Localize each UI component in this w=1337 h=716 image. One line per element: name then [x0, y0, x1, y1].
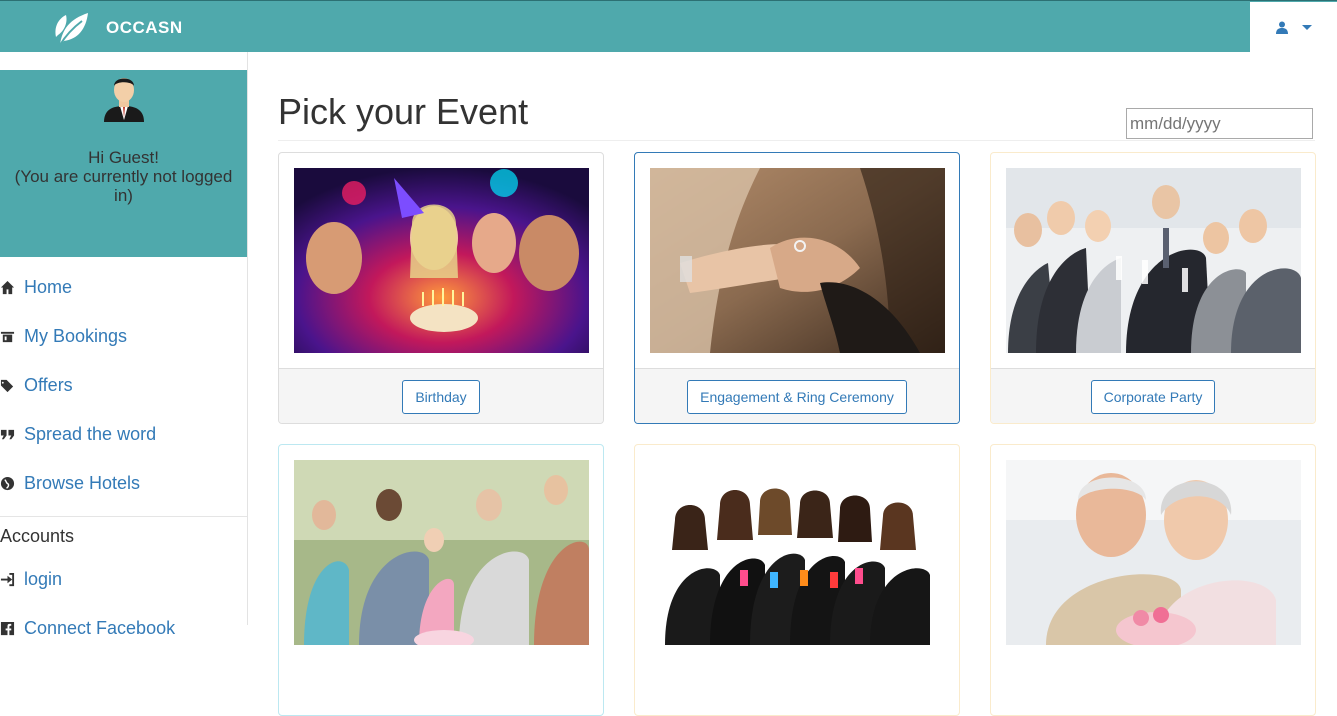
sidebar-item-login[interactable]: login	[0, 555, 247, 604]
event-image-birthday	[294, 168, 589, 353]
main-content: Pick your Event mm/dd/yyyy Birthday Enga…	[278, 52, 1316, 716]
event-image-anniversary	[1006, 460, 1301, 645]
event-card-engagement[interactable]: Engagement & Ring Ceremony	[634, 152, 960, 424]
sidebar-item-offers[interactable]: Offers	[0, 361, 247, 410]
sidebar-item-home[interactable]: Home	[0, 263, 247, 312]
event-card-corporate-party[interactable]: Corporate Party	[990, 152, 1316, 424]
leaf-logo-icon	[55, 13, 88, 46]
sidebar-item-label: Browse Hotels	[24, 473, 141, 493]
home-icon	[0, 280, 15, 295]
greeting-line-2: (You are currently not logged in)	[14, 167, 233, 205]
sidebar-item-label: Spread the word	[24, 424, 157, 444]
brand[interactable]: OCCASN	[52, 7, 183, 49]
corporate-party-button[interactable]: Corporate Party	[1090, 379, 1216, 414]
top-navbar: OCCASN	[0, 0, 1337, 53]
sidebar-item-label: login	[24, 569, 63, 589]
profile-panel: Hi Guest! (You are currently not logged …	[0, 70, 247, 257]
greeting-line-1: Hi Guest!	[88, 148, 159, 167]
event-date-input[interactable]	[1126, 108, 1313, 139]
sidebar-item-label: Connect Facebook	[24, 618, 176, 638]
event-image-bachelorette-party	[650, 460, 945, 645]
tags-icon	[0, 379, 14, 393]
card-footer: Corporate Party	[991, 368, 1315, 423]
engagement-button[interactable]: Engagement & Ring Ceremony	[687, 379, 907, 414]
event-card-birthday[interactable]: Birthday	[278, 152, 604, 424]
sign-in-icon	[0, 572, 15, 587]
bookings-icon	[0, 331, 15, 343]
divider	[278, 140, 1315, 141]
sidebar-item-label: Home	[24, 277, 73, 297]
sidebar-item-connect-facebook[interactable]: Connect Facebook	[0, 604, 247, 653]
event-card-family[interactable]	[278, 444, 604, 716]
sidebar-item-my-bookings[interactable]: My Bookings	[0, 312, 247, 361]
quote-icon	[0, 429, 15, 440]
sidebar-item-spread-the-word[interactable]: Spread the word	[0, 410, 247, 459]
greeting: Hi Guest! (You are currently not logged …	[0, 148, 247, 205]
birthday-button[interactable]: Birthday	[402, 379, 480, 414]
sidebar-item-label: My Bookings	[24, 326, 128, 346]
event-image-engagement	[650, 168, 945, 353]
chevron-down-icon	[1301, 25, 1312, 30]
event-image-family-gathering	[294, 460, 589, 645]
brand-name: OCCASN	[106, 18, 183, 37]
card-footer: Birthday	[279, 368, 603, 423]
card-footer: Engagement & Ring Ceremony	[635, 368, 959, 423]
user-icon	[1275, 21, 1288, 34]
facebook-icon	[0, 621, 15, 636]
globe-icon	[0, 476, 15, 491]
event-card-anniversary[interactable]	[990, 444, 1316, 716]
page-title: Pick your Event	[278, 91, 529, 132]
avatar	[103, 78, 144, 122]
user-menu-button[interactable]	[1250, 2, 1337, 53]
accounts-header: Accounts	[0, 525, 75, 546]
sidebar-item-browse-hotels[interactable]: Browse Hotels	[0, 459, 247, 508]
sidebar: Hi Guest! (You are currently not logged …	[0, 52, 248, 638]
event-card-bachelorette[interactable]	[634, 444, 960, 716]
sidebar-item-label: Offers	[24, 375, 73, 395]
event-image-corporate-party	[1006, 168, 1301, 353]
